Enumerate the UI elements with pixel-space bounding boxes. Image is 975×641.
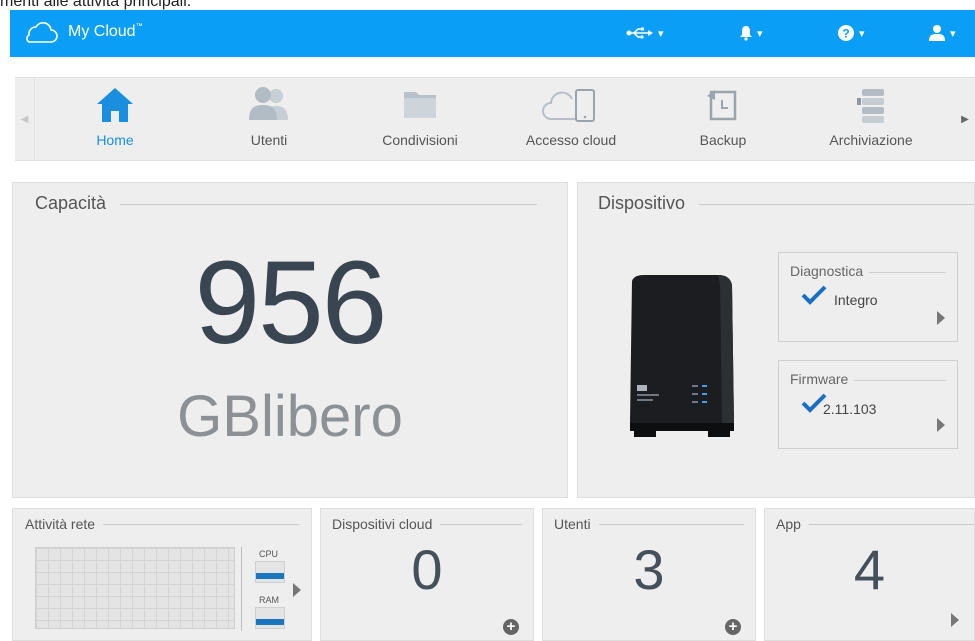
chevron-down-icon: ▾: [859, 27, 865, 40]
apps-panel[interactable]: App 4: [764, 508, 975, 641]
backup-icon: [707, 90, 737, 121]
chevron-right-icon: [951, 613, 959, 627]
network-activity-panel[interactable]: Attività rete CPU RAM: [12, 508, 312, 641]
diagnostics-status: Integro: [834, 292, 878, 308]
nav-scroll-right-button[interactable]: ▶: [955, 78, 975, 160]
chevron-right-icon: [293, 583, 301, 597]
add-cloud-device-button[interactable]: +: [503, 619, 519, 635]
network-activity-title: Attività rete: [25, 516, 104, 532]
cloud-device-icon: [542, 89, 595, 122]
help-menu-button[interactable]: ? ▾: [837, 20, 865, 46]
ram-label: RAM: [259, 595, 279, 605]
add-user-button[interactable]: +: [725, 619, 741, 635]
storage-icon: [857, 89, 884, 123]
checkmark-icon: [801, 285, 827, 305]
network-activity-graph: [35, 547, 235, 629]
main-navigation: ◀ Home Utenti Condivisioni Accesso cloud: [15, 77, 975, 161]
device-panel: Dispositivo Diagnostica Integro Firmware…: [577, 182, 975, 498]
chevron-down-icon: ▾: [950, 27, 956, 40]
cpu-label: CPU: [259, 549, 279, 559]
chevron-right-icon: [937, 418, 945, 432]
nas-device-image: [630, 275, 734, 437]
nav-scroll-left-button[interactable]: ◀: [15, 78, 35, 160]
capacity-title: Capacità: [35, 193, 121, 214]
users-title: Utenti: [554, 516, 599, 532]
home-icon: [97, 88, 133, 122]
cloud-devices-title: Dispositivi cloud: [332, 516, 441, 532]
capacity-free-value: 956: [194, 237, 388, 369]
capacity-panel: Capacità 956 GBlibero: [12, 182, 568, 498]
cpu-meter: [255, 561, 285, 583]
ram-meter: [255, 607, 285, 629]
nav-item-home[interactable]: Home: [50, 78, 180, 160]
cloud-devices-count: 0: [411, 538, 443, 601]
folder-icon: [404, 92, 436, 118]
nav-item-storage[interactable]: Archiviazione: [806, 78, 936, 160]
firmware-version: 2.11.103: [823, 401, 877, 417]
usb-icon: [626, 27, 653, 39]
apps-title: App: [776, 516, 809, 532]
user-icon: [929, 25, 945, 41]
firmware-box[interactable]: Firmware 2.11.103: [778, 360, 958, 449]
usb-menu-button[interactable]: ▾: [626, 20, 664, 46]
help-icon: ?: [838, 25, 854, 41]
svg-text:?: ?: [842, 27, 849, 41]
diagnostics-title: Diagnostica: [790, 263, 870, 279]
users-panel[interactable]: Utenti 3 +: [542, 508, 756, 641]
app-title: My Cloud™: [68, 23, 143, 40]
apps-count: 4: [853, 538, 886, 601]
alerts-menu-button[interactable]: ▾: [739, 20, 763, 46]
nav-item-backup[interactable]: Backup: [658, 78, 788, 160]
chevron-down-icon: ▾: [757, 27, 763, 40]
firmware-title: Firmware: [790, 371, 855, 387]
user-menu-button[interactable]: ▾: [928, 20, 956, 46]
app-header: My Cloud™ ▾ ▾ ? ▾ ▾: [10, 10, 975, 57]
capacity-unit-label: GBlibero: [177, 384, 403, 449]
nav-item-cloud-access[interactable]: Accesso cloud: [506, 78, 636, 160]
nav-item-users[interactable]: Utenti: [204, 78, 334, 160]
device-title: Dispositivo: [598, 193, 700, 214]
diagnostics-box[interactable]: Diagnostica Integro: [778, 252, 958, 342]
chevron-right-icon: [937, 311, 945, 325]
cloud-devices-panel[interactable]: Dispositivi cloud 0 +: [320, 508, 534, 641]
users-count: 3: [633, 538, 665, 601]
nav-item-shares[interactable]: Condivisioni: [355, 78, 485, 160]
page-caption: menti alle attività principali.: [0, 0, 192, 10]
cloud-logo-icon: [26, 22, 58, 43]
users-icon: [249, 87, 288, 120]
chevron-down-icon: ▾: [658, 27, 664, 40]
bell-icon: [740, 26, 752, 41]
